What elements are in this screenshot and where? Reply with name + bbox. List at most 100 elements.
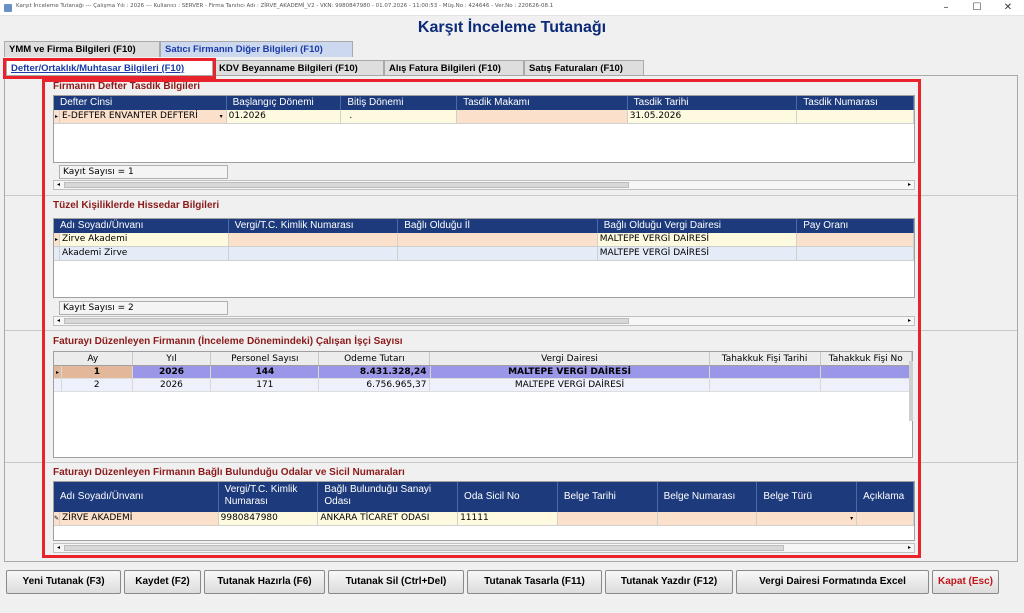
table-row[interactable]: ▸ E-DEFTER ENVANTER DEFTERİ ▾ 01.2026 . 3… — [54, 110, 914, 124]
vergi-dairesi-excel-button[interactable]: Vergi Dairesi Formatında Excel — [736, 570, 929, 594]
table-cell[interactable]: 9980847980 — [218, 512, 319, 525]
close-button[interactable]: ✕ — [997, 1, 1019, 15]
table-cell[interactable] — [658, 512, 758, 525]
column-header[interactable]: Bağlı Olduğu İl — [398, 219, 598, 233]
table-cell[interactable]: 2026 — [133, 379, 212, 391]
column-header[interactable]: Adı Soyadı/Ünvanı — [54, 219, 229, 233]
kapat-button[interactable]: Kapat (Esc) — [932, 570, 999, 594]
table-cell-belge-turu[interactable]: ▾ — [757, 512, 858, 525]
column-header[interactable]: Personel Sayısı — [211, 352, 320, 365]
tutanak-yazdir-button[interactable]: Tutanak Yazdır (F12) — [605, 570, 733, 594]
kaydet-button[interactable]: Kaydet (F2) — [124, 570, 201, 594]
scroll-left-icon[interactable]: ◂ — [54, 317, 63, 325]
scroll-left-icon[interactable]: ◂ — [54, 544, 63, 552]
horizontal-scrollbar[interactable]: ◂ ▸ — [53, 543, 915, 553]
horizontal-scrollbar[interactable]: ◂ ▸ — [53, 316, 915, 326]
table-cell[interactable]: 6.756.965,37 — [319, 379, 431, 391]
minimize-button[interactable]: – — [935, 1, 957, 15]
table-cell[interactable]: 2 — [62, 379, 133, 391]
tab-kdv-beyanname[interactable]: KDV Beyanname Bilgileri (F10) — [214, 60, 384, 76]
tab-alis-fatura[interactable]: Alış Fatura Bilgileri (F10) — [384, 60, 524, 76]
table-cell[interactable]: 31.05.2026 — [627, 110, 798, 123]
column-header[interactable]: Tahakkuk Fişi No — [821, 352, 912, 365]
column-header[interactable]: Bağlı Bulunduğu Sanayi Odası — [318, 482, 459, 512]
table-cell[interactable]: 144 — [211, 366, 320, 378]
maximize-button[interactable]: ☐ — [966, 1, 988, 15]
table-cell[interactable] — [398, 247, 598, 260]
table-cell[interactable]: Akademi Zirve — [60, 247, 229, 260]
table-cell[interactable]: MALTEPE VERGİ DAİRESİ — [431, 366, 710, 378]
tutanak-hazirla-button[interactable]: Tutanak Hazırla (F6) — [204, 570, 325, 594]
tab-satis-faturalari[interactable]: Satış Faturaları (F10) — [524, 60, 644, 76]
scrollbar-thumb[interactable] — [64, 182, 629, 188]
table-cell[interactable]: MALTEPE VERGİ DAİRESİ — [598, 247, 798, 260]
table-cell[interactable] — [229, 233, 399, 246]
table-cell[interactable]: 01.2026 — [226, 110, 342, 123]
table-cell-defter-cinsi[interactable]: E-DEFTER ENVANTER DEFTERİ ▾ — [60, 110, 227, 123]
table-cell[interactable] — [457, 110, 628, 123]
column-header[interactable]: Tasdik Makamı — [457, 96, 628, 110]
vertical-scrollbar[interactable] — [909, 361, 913, 421]
table-cell[interactable]: MALTEPE VERGİ DAİRESİ — [430, 379, 710, 391]
column-header[interactable]: Bitiş Dönemi — [341, 96, 458, 110]
column-header[interactable]: Defter Cinsi — [54, 96, 227, 110]
table-row[interactable]: ▸ 1 2026 144 8.431.328,24 MALTEPE VERGİ … — [54, 366, 912, 379]
table-cell[interactable] — [558, 512, 658, 525]
column-header[interactable]: Oda Sicil No — [458, 482, 558, 512]
scroll-right-icon[interactable]: ▸ — [905, 181, 914, 189]
column-header[interactable]: Vergi/T.C. Kimlik Numarası — [219, 482, 319, 512]
tab-satici-diger[interactable]: Satıcı Firmanın Diğer Bilgileri (F10) — [160, 41, 353, 57]
table-cell[interactable] — [710, 379, 821, 391]
table-cell[interactable]: MALTEPE VERGİ DAİRESİ — [597, 233, 798, 246]
table-cell[interactable]: ANKARA TİCARET ODASI — [318, 512, 459, 525]
scroll-left-icon[interactable]: ◂ — [54, 181, 63, 189]
table-cell[interactable] — [857, 512, 914, 525]
column-header[interactable]: Açıklama — [857, 482, 914, 512]
table-cell[interactable] — [821, 366, 912, 378]
column-header[interactable]: Yıl — [133, 352, 212, 365]
table-cell[interactable]: 11111 — [458, 512, 558, 525]
column-header[interactable]: Vergi/T.C. Kimlik Numarası — [229, 219, 399, 233]
column-header[interactable]: Başlangıç Dönemi — [227, 96, 342, 110]
horizontal-scrollbar[interactable]: ◂ ▸ — [53, 180, 915, 190]
column-header[interactable]: Tasdik Numarası — [797, 96, 914, 110]
tab-defter-ortaklik[interactable]: Defter/Ortaklık/Muhtasar Bilgileri (F10) — [6, 60, 213, 76]
column-header[interactable]: Adı Soyadı/Ünvanı — [54, 482, 219, 512]
scrollbar-thumb[interactable] — [64, 545, 784, 551]
table-cell[interactable]: 8.431.328,24 — [319, 366, 431, 378]
tutanak-tasarla-button[interactable]: Tutanak Tasarla (F11) — [467, 570, 602, 594]
column-header[interactable]: Pay Oranı — [797, 219, 914, 233]
table-cell[interactable]: Zirve Akademi — [60, 233, 229, 246]
table-row[interactable]: ▸ Zirve Akademi MALTEPE VERGİ DAİRESİ — [54, 233, 914, 247]
column-header[interactable]: Vergi Dairesi — [430, 352, 710, 365]
scrollbar-thumb[interactable] — [64, 318, 629, 324]
column-header[interactable]: Tasdik Tarihi — [628, 96, 798, 110]
column-header[interactable]: Bağlı Olduğu Vergi Dairesi — [598, 219, 798, 233]
table-row[interactable]: ✎ ZİRVE AKADEMİ 9980847980 ANKARA TİCARE… — [54, 512, 914, 526]
table-cell[interactable] — [797, 233, 914, 246]
table-cell[interactable] — [710, 366, 821, 378]
table-cell[interactable]: ZİRVE AKADEMİ — [60, 512, 219, 525]
column-header[interactable]: Belge Tarihi — [558, 482, 658, 512]
column-header[interactable]: Belge Türü — [757, 482, 858, 512]
table-cell[interactable] — [797, 247, 914, 260]
table-cell[interactable] — [821, 379, 912, 391]
column-header[interactable]: Ay — [54, 352, 133, 365]
column-header[interactable]: Tahakkuk Fişi Tarihi — [710, 352, 821, 365]
tutanak-sil-button[interactable]: Tutanak Sil (Ctrl+Del) — [328, 570, 464, 594]
table-cell[interactable]: 2026 — [133, 366, 212, 378]
table-row[interactable]: Akademi Zirve MALTEPE VERGİ DAİRESİ — [54, 247, 914, 261]
column-header[interactable]: Odeme Tutarı — [319, 352, 431, 365]
dropdown-arrow-icon[interactable]: ▾ — [850, 512, 853, 525]
table-cell[interactable] — [398, 233, 598, 246]
column-header[interactable]: Belge Numarası — [658, 482, 758, 512]
table-cell[interactable] — [229, 247, 399, 260]
dropdown-arrow-icon[interactable]: ▾ — [220, 110, 223, 123]
scroll-right-icon[interactable]: ▸ — [905, 544, 914, 552]
table-row[interactable]: 2 2026 171 6.756.965,37 MALTEPE VERGİ DA… — [54, 379, 912, 392]
table-cell[interactable]: 171 — [211, 379, 320, 391]
table-cell[interactable] — [797, 110, 914, 123]
table-cell[interactable]: . — [341, 110, 458, 123]
yeni-tutanak-button[interactable]: Yeni Tutanak (F3) — [6, 570, 121, 594]
scroll-right-icon[interactable]: ▸ — [905, 317, 914, 325]
